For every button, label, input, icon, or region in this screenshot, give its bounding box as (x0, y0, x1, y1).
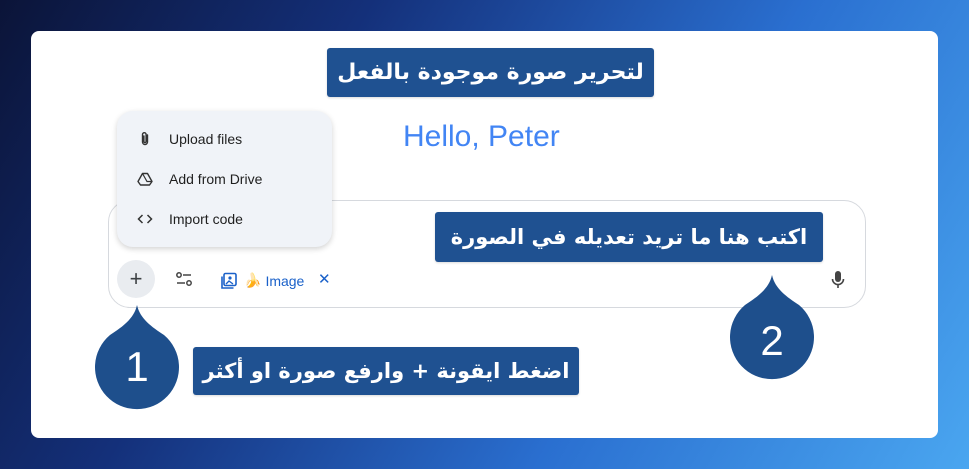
title-annotation: لتحرير صورة موجودة بالفعل (327, 48, 654, 97)
menu-item-label: Add from Drive (169, 171, 263, 187)
paperclip-icon (141, 132, 149, 146)
microphone-icon[interactable] (831, 270, 845, 290)
step2-marker: 2 (729, 275, 815, 381)
code-icon (137, 214, 153, 224)
step1-marker: 1 (94, 305, 180, 411)
menu-item-upload-files[interactable]: Upload files (137, 127, 242, 151)
drive-icon (137, 172, 153, 186)
menu-item-label: Upload files (169, 131, 243, 147)
add-button[interactable]: + (117, 260, 155, 298)
chip-close-icon[interactable]: ✕ (318, 270, 331, 288)
step2-number: 2 (760, 317, 784, 364)
menu-item-add-from-drive[interactable]: Add from Drive (137, 167, 262, 191)
upload-menu: Upload files Add from Drive Import code (117, 111, 332, 247)
image-chip-label: Image (265, 273, 305, 289)
menu-item-import-code[interactable]: Import code (137, 207, 243, 231)
image-gallery-icon (221, 272, 237, 289)
step2-annotation: اكتب هنا ما تريد تعديله في الصورة (435, 212, 823, 262)
step1-number: 1 (125, 343, 149, 390)
greeting-text: Hello, Peter (403, 120, 560, 153)
banana-emoji: 🍌 (244, 273, 262, 289)
menu-item-label: Import code (169, 211, 243, 227)
image-tool-chip[interactable]: 🍌 Image (220, 270, 304, 292)
tools-icon[interactable] (175, 270, 193, 288)
step1-annotation: اضغط ايقونة + وارفع صورة او أكثر (193, 347, 579, 395)
